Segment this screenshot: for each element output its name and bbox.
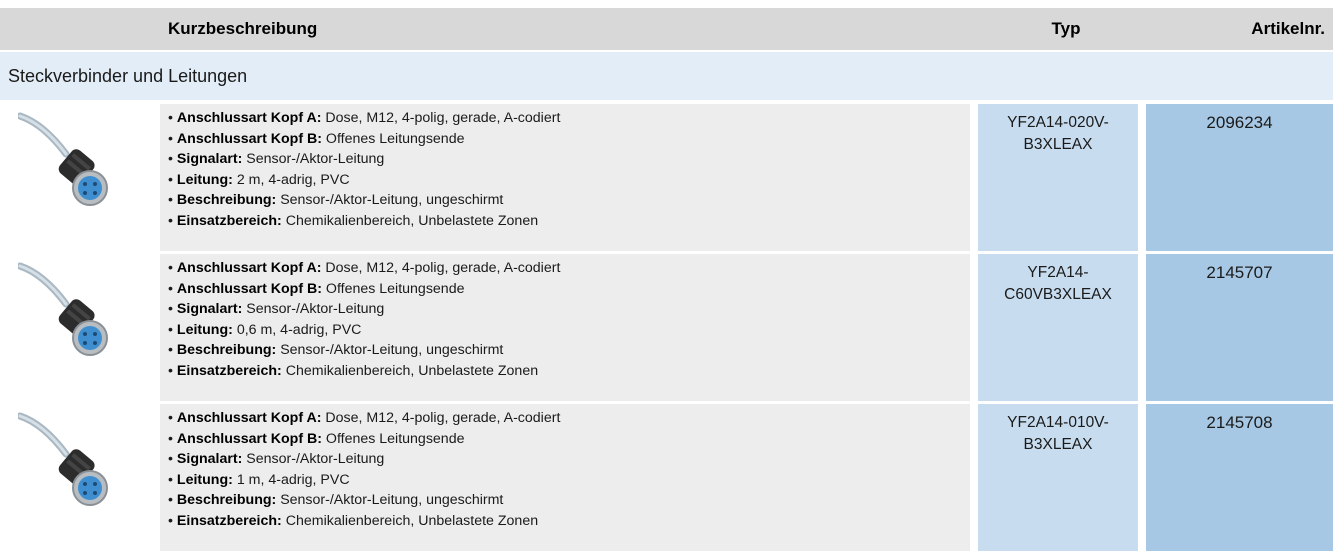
spec-item: Anschlussart Kopf B: Offenes Leitungsend… <box>168 429 970 450</box>
spec-item: Beschreibung: Sensor-/Aktor-Leitung, ung… <box>168 340 970 361</box>
product-typ: YF2A14- C60VB3XLEAX <box>978 254 1138 401</box>
header-kurzbeschreibung: Kurzbeschreibung <box>168 19 318 38</box>
header-artikelnr: Artikelnr. <box>1251 19 1325 38</box>
cable-connector-icon <box>0 254 152 401</box>
table-row: Anschlussart Kopf A: Dose, M12, 4-polig,… <box>0 104 1333 251</box>
spec-item: Beschreibung: Sensor-/Aktor-Leitung, ung… <box>168 490 970 511</box>
product-description: Anschlussart Kopf A: Dose, M12, 4-polig,… <box>160 404 970 551</box>
spec-item: Anschlussart Kopf A: Dose, M12, 4-polig,… <box>168 408 970 429</box>
table-row: Anschlussart Kopf A: Dose, M12, 4-polig,… <box>0 254 1333 401</box>
spec-item: Leitung: 1 m, 4-adrig, PVC <box>168 470 970 491</box>
product-artikelnr: 2096234 <box>1146 104 1333 251</box>
spec-item: Signalart: Sensor-/Aktor-Leitung <box>168 149 970 170</box>
cable-connector-icon <box>0 404 152 551</box>
spec-item: Leitung: 0,6 m, 4-adrig, PVC <box>168 320 970 341</box>
spec-item: Anschlussart Kopf A: Dose, M12, 4-polig,… <box>168 258 970 279</box>
section-title: Steckverbinder und Leitungen <box>0 52 1333 100</box>
table-header: Kurzbeschreibung Typ Artikelnr. <box>0 8 1333 50</box>
spec-item: Einsatzbereich: Chemikalienbereich, Unbe… <box>168 211 970 232</box>
product-table: Kurzbeschreibung Typ Artikelnr. Steckver… <box>0 8 1333 551</box>
spec-item: Signalart: Sensor-/Aktor-Leitung <box>168 299 970 320</box>
product-description: Anschlussart Kopf A: Dose, M12, 4-polig,… <box>160 254 970 401</box>
spec-item: Leitung: 2 m, 4-adrig, PVC <box>168 170 970 191</box>
spec-item: Einsatzbereich: Chemikalienbereich, Unbe… <box>168 511 970 532</box>
spec-item: Signalart: Sensor-/Aktor-Leitung <box>168 449 970 470</box>
header-typ: Typ <box>1051 19 1081 38</box>
product-typ: YF2A14-010V- B3XLEAX <box>978 404 1138 551</box>
spec-item: Einsatzbereich: Chemikalienbereich, Unbe… <box>168 361 970 382</box>
spec-item: Anschlussart Kopf A: Dose, M12, 4-polig,… <box>168 108 970 129</box>
table-row: Anschlussart Kopf A: Dose, M12, 4-polig,… <box>0 404 1333 551</box>
spec-item: Anschlussart Kopf B: Offenes Leitungsend… <box>168 129 970 150</box>
header-image-cell <box>0 8 160 50</box>
product-artikelnr: 2145707 <box>1146 254 1333 401</box>
cable-connector-icon <box>0 104 152 251</box>
spec-item: Beschreibung: Sensor-/Aktor-Leitung, ung… <box>168 190 970 211</box>
product-artikelnr: 2145708 <box>1146 404 1333 551</box>
product-description: Anschlussart Kopf A: Dose, M12, 4-polig,… <box>160 104 970 251</box>
spec-item: Anschlussart Kopf B: Offenes Leitungsend… <box>168 279 970 300</box>
product-typ: YF2A14-020V- B3XLEAX <box>978 104 1138 251</box>
